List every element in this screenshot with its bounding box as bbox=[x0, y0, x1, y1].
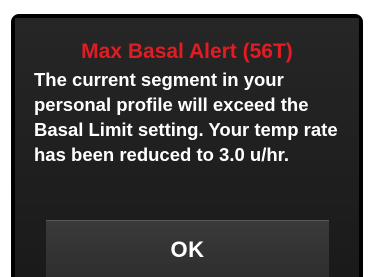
alert-message: The current segment in your personal pro… bbox=[34, 69, 338, 165]
ok-button-label: OK bbox=[170, 236, 205, 262]
ok-button[interactable]: OK bbox=[46, 220, 329, 277]
alert-title: Max Basal Alert (56T) bbox=[81, 40, 293, 63]
alert-dialog: Max Basal Alert (56T) The current segmen… bbox=[15, 18, 359, 277]
device-screen: Max Basal Alert (56T) The current segmen… bbox=[11, 14, 363, 277]
